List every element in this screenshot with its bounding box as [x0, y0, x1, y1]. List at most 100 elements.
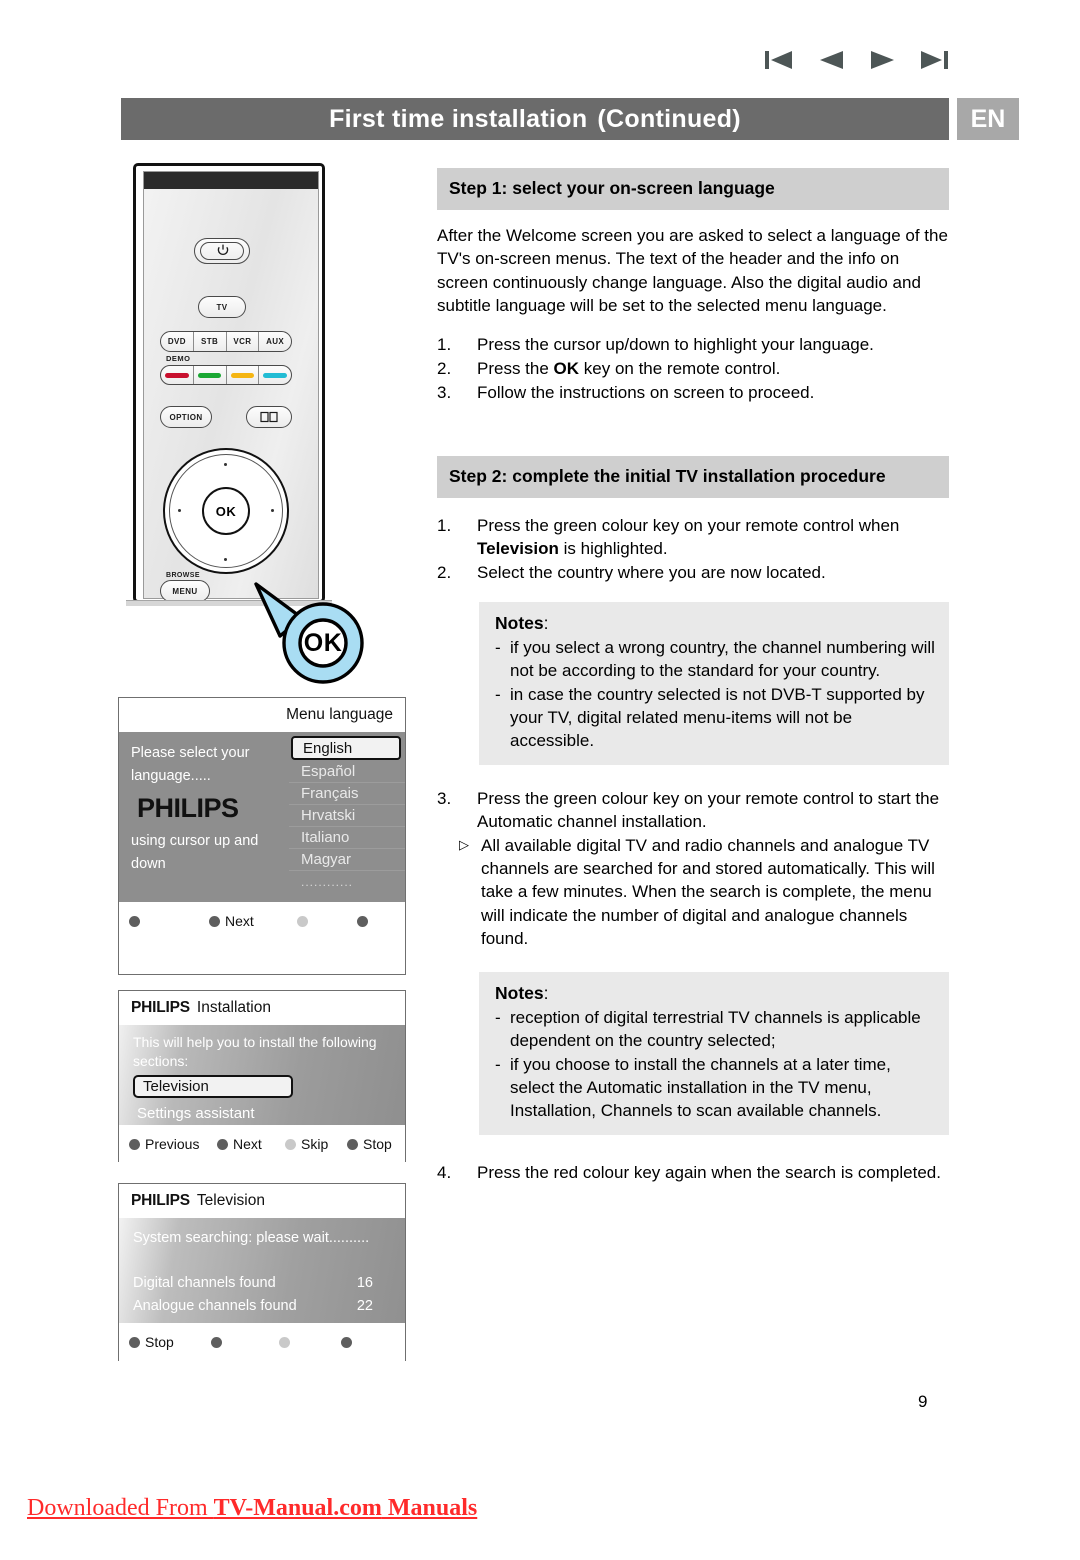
analogue-channels-value: 22 [356, 1298, 373, 1315]
installation-title: Installation [196, 999, 271, 1016]
vcr-button[interactable]: VCR [227, 332, 260, 351]
step-2-item-3: 3. Press the green colour key on your re… [437, 787, 949, 833]
dvd-button[interactable]: DVD [161, 332, 194, 351]
remote-ok-button[interactable]: OK [202, 487, 250, 535]
first-page-icon[interactable] [762, 45, 796, 75]
screen-installation: PHILIPS Installation This will help you … [118, 990, 406, 1163]
language-option-hrvatski[interactable]: Hrvatski [289, 805, 405, 827]
cursor-up-dot[interactable] [224, 463, 227, 466]
television-title: Television [196, 1192, 265, 1209]
colour-key-row [160, 365, 292, 385]
footer-dot-next [217, 1138, 228, 1150]
green-colour-key[interactable] [194, 366, 227, 384]
footer-label-stop: Stop [363, 1136, 392, 1152]
demo-label: DEMO [166, 354, 191, 363]
installation-item-settings-assistant[interactable]: Settings assistant [133, 1102, 393, 1125]
footer-dot-3 [297, 915, 308, 927]
step-2-heading: Step 2: complete the initial TV installa… [437, 455, 949, 499]
notes-1-title-text: Notes [495, 613, 544, 634]
cursor-right-dot[interactable] [271, 509, 274, 512]
footer-label-tv-stop: Stop [145, 1334, 174, 1350]
watermark-part-3: Manuals [381, 1495, 478, 1521]
option-button-label: OPTION [169, 412, 203, 422]
screen-television: PHILIPS Television System searching: ple… [118, 1183, 406, 1361]
option-button[interactable]: OPTION [160, 406, 212, 428]
menu-language-footer-key-2[interactable]: Next [209, 913, 297, 929]
step-1-item-1-text: Press the cursor up/down to highlight yo… [477, 334, 874, 354]
menu-language-footer-key-1[interactable] [129, 915, 209, 927]
step-1-item-2: 2. Press the OK key on the remote contro… [437, 357, 949, 380]
step-2-list-end: 4. Press the red colour key again when t… [437, 1161, 949, 1184]
installation-item-television[interactable]: Television [133, 1074, 293, 1098]
menu-language-body: Please select your language..... PHILIPS… [119, 732, 405, 902]
dvd-label: DVD [167, 337, 186, 346]
step-1-heading: Step 1: select your on-screen language [437, 168, 949, 211]
installation-lead-text: This will help you to install the follow… [133, 1034, 377, 1069]
television-spacer [133, 1250, 391, 1272]
cyan-colour-key[interactable] [259, 366, 291, 384]
philips-logo: PHILIPS [137, 792, 239, 823]
language-option-espanol[interactable]: Español [289, 761, 405, 783]
remote-ir-band [144, 172, 318, 189]
menu-language-footer-key-3[interactable] [297, 915, 357, 927]
previous-page-icon[interactable] [814, 45, 848, 75]
notes-1-item-2: - in case the country selected is not DVB… [495, 683, 935, 752]
footer-label-2: Next [225, 913, 254, 929]
notes-block-2: Notes: - reception of digital terrestrial… [479, 971, 949, 1135]
installation-footer-next[interactable]: Next [217, 1136, 285, 1152]
step-2-item-3-text: Press the green colour key on your remot… [477, 789, 940, 832]
remote-body: TV DVD STB VCR AUX DEMO OPTION OK BROWSE… [133, 163, 325, 603]
step-2-list: 1. Press the green colour key on your re… [437, 514, 949, 584]
aux-label: AUX [266, 337, 285, 346]
step-2-item-2-number: 2. [437, 563, 452, 583]
footer-dot-previous [129, 1138, 140, 1150]
language-option-english[interactable]: English [291, 736, 401, 760]
step-2-item-4-text: Press the red colour key again when the … [477, 1162, 941, 1182]
footer-label-skip: Skip [301, 1136, 329, 1152]
language-option-magyar[interactable]: Magyar [289, 849, 405, 871]
cursor-left-dot[interactable] [178, 509, 181, 512]
step-1-paragraph: After the Welcome screen you are asked t… [437, 226, 948, 315]
cursor-down-dot[interactable] [224, 558, 227, 561]
menu-language-title-bar: Menu language [119, 698, 405, 732]
footer-label-previous: Previous [145, 1136, 200, 1152]
language-option-francais[interactable]: Français [289, 783, 405, 805]
television-body: System searching: please wait.......... … [119, 1218, 405, 1323]
stb-button[interactable]: STB [194, 332, 227, 351]
vcr-label: VCR [233, 337, 252, 346]
guide-button[interactable] [246, 406, 292, 428]
source-button-row: DVD STB VCR AUX [160, 331, 292, 352]
step-2-item-1: 1. Press the green colour key on your re… [437, 514, 949, 560]
menu-language-footer-key-4[interactable] [357, 915, 373, 927]
footer-dot-tv-3 [279, 1336, 290, 1348]
television-footer: Stop [119, 1323, 405, 1361]
yellow-colour-key[interactable] [227, 366, 260, 384]
last-page-icon[interactable] [918, 45, 952, 75]
installation-footer-skip[interactable]: Skip [285, 1136, 347, 1152]
digital-channels-label: Digital channels found [133, 1275, 276, 1291]
remote-ok-label: OK [215, 503, 237, 519]
menu-button[interactable]: MENU [160, 580, 210, 602]
notes-1-colon: : [543, 613, 549, 634]
language-option-italiano[interactable]: Italiano [289, 827, 405, 849]
red-colour-key[interactable] [161, 366, 194, 384]
aux-button[interactable]: AUX [259, 332, 291, 351]
television-row-digital: Digital channels found 16 [133, 1272, 391, 1295]
television-footer-key-3[interactable] [279, 1336, 341, 1348]
footer-dot-tv-4 [341, 1336, 352, 1348]
step-2-item-1-text: Press the green colour key on your remot… [477, 514, 949, 560]
next-page-icon[interactable] [866, 45, 900, 75]
television-footer-stop[interactable]: Stop [129, 1334, 211, 1350]
installation-footer-stop[interactable]: Stop [347, 1136, 392, 1152]
step-2-item-2: 2. Select the country where you are now … [437, 561, 949, 584]
content-column: Step 1: select your on-screen language A… [437, 168, 949, 1185]
television-footer-key-2[interactable] [211, 1336, 279, 1348]
step-2-item-2-text: Select the country where you are now loc… [477, 563, 826, 583]
notes-block-1: Notes: - if you select a wrong country, t… [479, 602, 949, 766]
menu-language-option-list: English Español Français Hrvatski Italia… [289, 732, 405, 902]
television-footer-key-4[interactable] [341, 1336, 357, 1348]
notes-1-dash-1: - [495, 638, 501, 658]
step-1-item-2-key: OK [553, 358, 580, 378]
installation-footer-previous[interactable]: Previous [129, 1136, 217, 1152]
tv-button[interactable]: TV [198, 296, 246, 318]
